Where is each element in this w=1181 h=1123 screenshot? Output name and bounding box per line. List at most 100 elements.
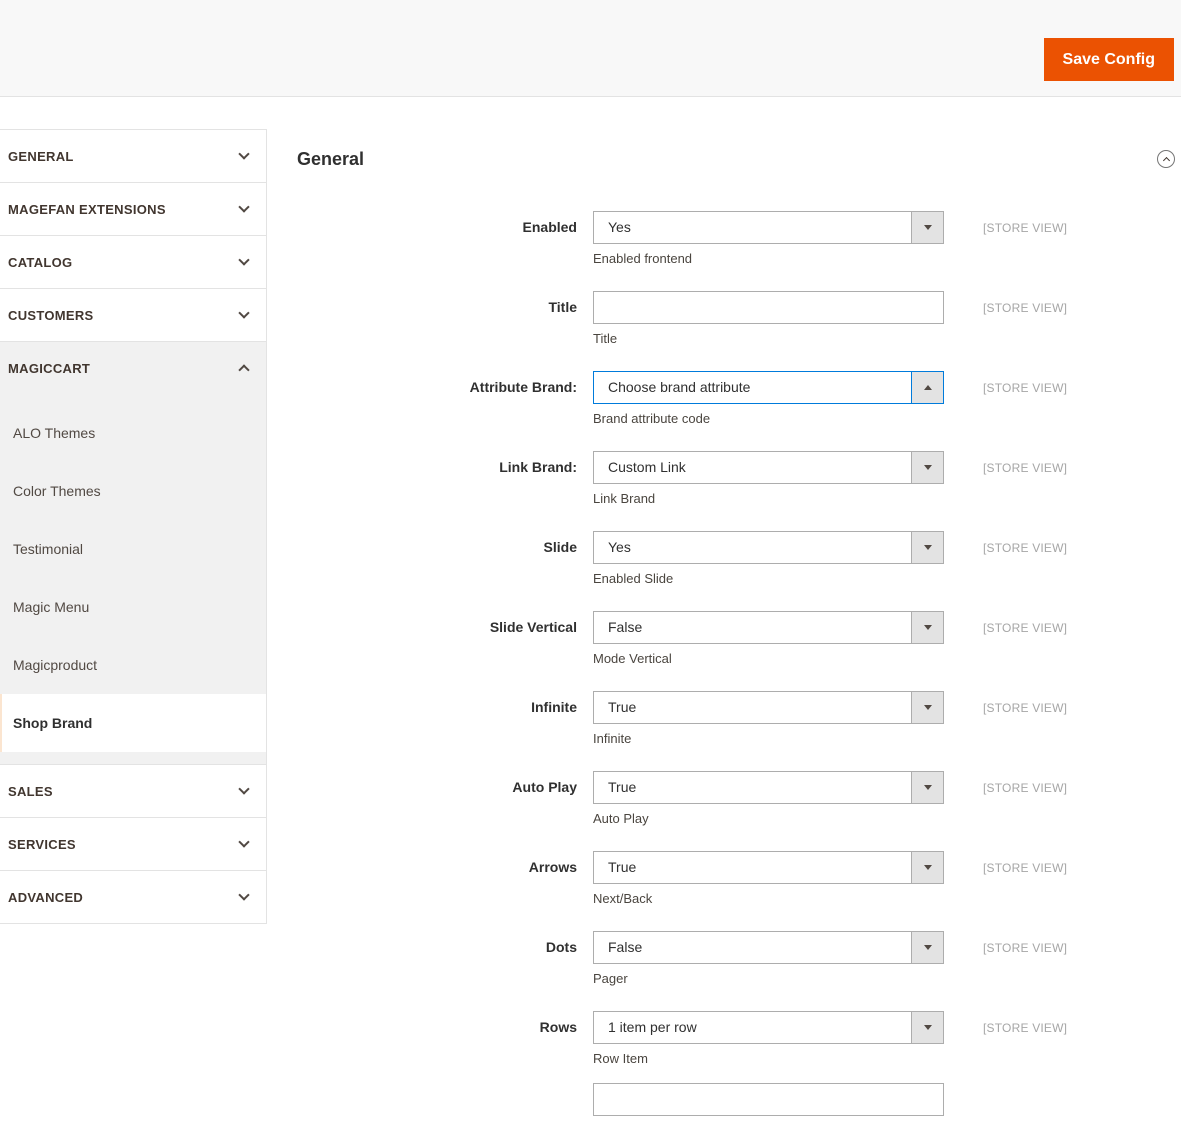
select-dropdown-button[interactable] — [911, 692, 943, 723]
field-control: True Infinite — [593, 691, 944, 746]
field-label: Arrows — [528, 859, 577, 875]
nav-section-label: GENERAL — [8, 148, 74, 164]
select-link-brand[interactable]: Custom Link — [593, 451, 944, 484]
field-label: Dots — [545, 939, 577, 955]
nav-section-general[interactable]: GENERAL — [0, 129, 266, 182]
scope-label: [STORE VIEW] — [983, 221, 1068, 235]
dropdown-arrow-icon — [923, 865, 932, 870]
nav-section-customers[interactable]: CUSTOMERS — [0, 288, 266, 341]
nav-section-label: SALES — [8, 783, 53, 799]
field-note: Mode Vertical — [593, 651, 672, 666]
nav-section-magiccart[interactable]: MAGICCART — [0, 341, 266, 394]
field-note: Title — [593, 331, 618, 346]
nav-section-advanced[interactable]: ADVANCED — [0, 870, 266, 923]
field-label: Infinite — [531, 699, 577, 715]
select-dropdown-button[interactable] — [911, 852, 943, 883]
nav-section-magefan-extensions[interactable]: MAGEFAN EXTENSIONS — [0, 182, 266, 235]
select-dropdown-button[interactable] — [911, 372, 943, 403]
field-control: True Next/Back — [593, 851, 944, 906]
nav-item-magicproduct[interactable]: Magicproduct — [0, 636, 266, 694]
select-dropdown-button[interactable] — [911, 772, 943, 803]
field-label: Enabled — [522, 219, 577, 235]
save-config-button[interactable]: Save Config — [1043, 38, 1174, 81]
field-control: 1 item per row Row Item — [593, 1011, 944, 1066]
collapse-section-icon[interactable] — [1157, 150, 1175, 168]
select-auto-play[interactable]: True — [593, 771, 944, 804]
chevron-down-icon — [238, 836, 250, 848]
dropdown-arrow-up-icon — [923, 385, 932, 390]
nav-item-shop-brand[interactable]: Shop Brand — [0, 694, 266, 752]
field-label: Title — [548, 299, 577, 315]
scope-label: [STORE VIEW] — [983, 1021, 1068, 1035]
nav-section-sales[interactable]: SALES — [0, 764, 266, 817]
select-value: Yes — [608, 539, 631, 555]
field-row-dots: Dots False Pager [STORE VIEW] — [297, 931, 1181, 986]
select-enabled[interactable]: Yes — [593, 211, 944, 244]
nav-item-color-themes[interactable]: Color Themes — [0, 462, 266, 520]
scope-label: [STORE VIEW] — [983, 301, 1068, 315]
chevron-down-icon — [238, 254, 250, 266]
select-dropdown-button[interactable] — [911, 932, 943, 963]
select-dropdown-button[interactable] — [911, 452, 943, 483]
nav-item-label: Shop Brand — [13, 715, 93, 731]
field-control: Yes Enabled Slide — [593, 531, 944, 586]
section-header: General — [297, 149, 1181, 169]
field-row-link-brand: Link Brand: Custom Link Link Brand [STOR… — [297, 451, 1181, 506]
fields: Enabled Yes Enabled frontend [STORE VIEW… — [297, 211, 1181, 1123]
field-label: Link Brand: — [499, 459, 577, 475]
nav-item-magic-menu[interactable]: Magic Menu — [0, 578, 266, 636]
chevron-down-icon — [238, 307, 250, 319]
field-control — [593, 1083, 944, 1123]
dropdown-arrow-icon — [923, 945, 932, 950]
nav-section-services[interactable]: SERVICES — [0, 817, 266, 870]
page-content: GENERAL MAGEFAN EXTENSIONS CATALOG CUSTO… — [0, 97, 1181, 1123]
nav-section-label: MAGICCART — [8, 360, 91, 376]
nav-section-catalog[interactable]: CATALOG — [0, 235, 266, 288]
dropdown-arrow-icon — [923, 625, 932, 630]
field-row-arrows: Arrows True Next/Back [STORE VIEW] — [297, 851, 1181, 906]
field-label: Auto Play — [512, 779, 577, 795]
dropdown-arrow-icon — [923, 545, 932, 550]
field-note: Infinite — [593, 731, 632, 746]
select-value: False — [608, 619, 643, 635]
chevron-up-icon — [238, 364, 250, 376]
nav-item-alo-themes[interactable]: ALO Themes — [0, 404, 266, 462]
select-dropdown-button[interactable] — [911, 212, 943, 243]
select-dropdown-button[interactable] — [911, 612, 943, 643]
select-dropdown-button[interactable] — [911, 532, 943, 563]
select-rows[interactable]: 1 item per row — [593, 1011, 944, 1044]
field-row-infinite: Infinite True Infinite [STORE VIEW] — [297, 691, 1181, 746]
input-title[interactable] — [593, 291, 944, 324]
dropdown-arrow-icon — [923, 785, 932, 790]
select-arrows[interactable]: True — [593, 851, 944, 884]
field-control: False Mode Vertical — [593, 611, 944, 666]
sidebar: GENERAL MAGEFAN EXTENSIONS CATALOG CUSTO… — [0, 97, 267, 924]
nav-item-testimonial[interactable]: Testimonial — [0, 520, 266, 578]
input-11[interactable] — [593, 1083, 944, 1116]
field-note: Auto Play — [593, 811, 649, 826]
select-dropdown-button[interactable] — [911, 1012, 943, 1043]
chevron-down-icon — [238, 201, 250, 213]
field-control: False Pager — [593, 931, 944, 986]
field-note: Enabled frontend — [593, 251, 693, 266]
select-value: Custom Link — [608, 459, 686, 475]
top-toolbar: Save Config — [0, 0, 1181, 97]
field-label: Slide — [543, 539, 577, 555]
select-infinite[interactable]: True — [593, 691, 944, 724]
field-note: Pager — [593, 971, 628, 986]
select-slide[interactable]: Yes — [593, 531, 944, 564]
scope-label: [STORE VIEW] — [983, 701, 1068, 715]
field-note: Next/Back — [593, 891, 653, 906]
select-value: Choose brand attribute — [608, 379, 751, 395]
nav-section-label: SERVICES — [8, 836, 76, 852]
field-label: Attribute Brand: — [469, 379, 577, 395]
select-slide-vertical[interactable]: False — [593, 611, 944, 644]
field-row-slide-vertical: Slide Vertical False Mode Vertical [STOR… — [297, 611, 1181, 666]
field-note: Brand attribute code — [593, 411, 711, 426]
select-attribute-brand[interactable]: Choose brand attribute — [593, 371, 944, 404]
nav-item-label: Magicproduct — [13, 657, 98, 673]
field-row-11 — [297, 1083, 1181, 1123]
select-dots[interactable]: False — [593, 931, 944, 964]
field-label: Rows — [539, 1019, 577, 1035]
field-row-auto-play: Auto Play True Auto Play [STORE VIEW] — [297, 771, 1181, 826]
